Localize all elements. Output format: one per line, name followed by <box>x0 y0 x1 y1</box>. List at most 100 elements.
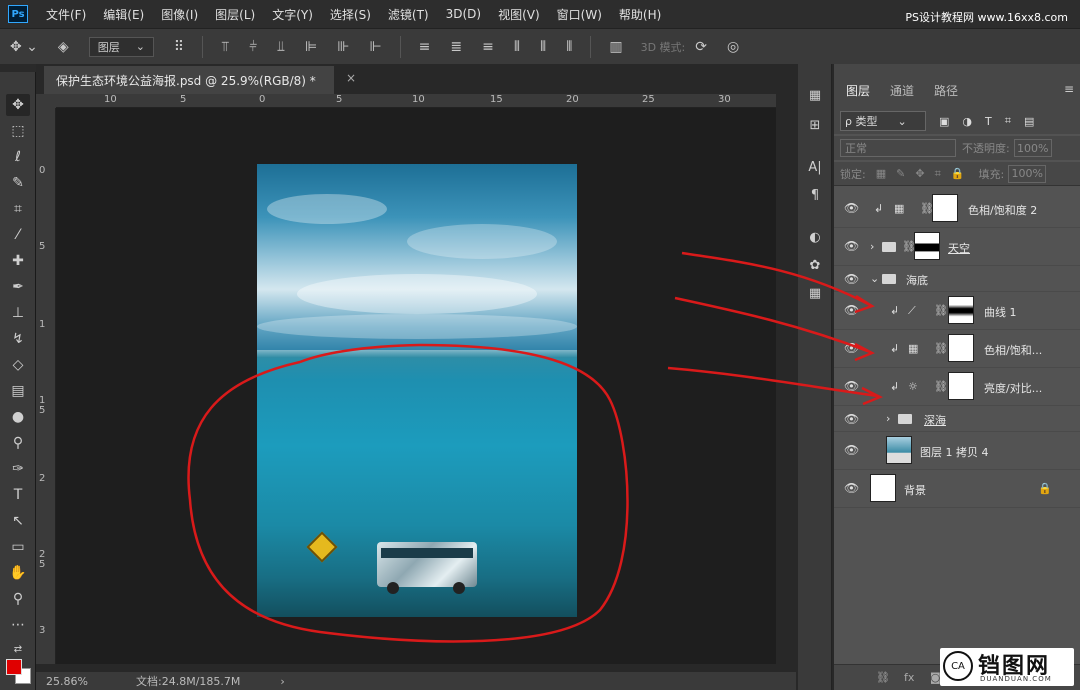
swatches-panel-icon[interactable]: ✿ <box>806 256 824 274</box>
layer-row-sky-group[interactable]: 👁 › ⛓ 天空 <box>834 228 1080 266</box>
visibility-eye-icon[interactable]: 👁 <box>844 303 859 317</box>
align-bottom-icon[interactable]: ⫫ <box>277 39 285 55</box>
tab-channels[interactable]: 通道 <box>890 82 914 99</box>
distribute-left-icon[interactable]: ⦀ <box>514 39 520 55</box>
more-tools-icon[interactable]: ⋯ <box>6 614 30 636</box>
blur-tool-icon[interactable]: ● <box>6 406 30 428</box>
menu-image[interactable]: 图像(I) <box>161 6 198 23</box>
align-vcenter-icon[interactable]: ⫩ <box>249 39 257 55</box>
lasso-tool-icon[interactable]: ℓ <box>6 146 30 168</box>
visibility-eye-icon[interactable]: 👁 <box>844 412 859 426</box>
status-menu-arrow[interactable]: › <box>280 675 284 688</box>
transform-controls-icon[interactable]: ⠿ <box>174 39 184 55</box>
crop-tool-icon[interactable]: ⌗ <box>6 198 30 220</box>
history-panel-icon[interactable]: ▦ <box>806 86 824 104</box>
move-tool-icon[interactable]: ✥ ⌄ <box>10 39 38 55</box>
menu-edit[interactable]: 编辑(E) <box>103 6 144 23</box>
lock-transparency-icon[interactable]: ▦ <box>876 167 886 180</box>
adjustments-panel-icon[interactable]: ◐ <box>806 228 824 246</box>
align-top-icon[interactable]: ⫪ <box>221 39 229 55</box>
filter-shape-icon[interactable]: ⌗ <box>1005 114 1011 128</box>
auto-align-icon[interactable]: ▥ <box>609 39 622 55</box>
blend-mode-select[interactable]: 正常 <box>840 139 956 157</box>
document-tab[interactable]: 保护生态环境公益海报.psd @ 25.9%(RGB/8) * <box>44 66 334 94</box>
panel-menu-icon[interactable]: ≡ <box>1064 82 1074 96</box>
3d-orbit-icon[interactable]: ⟳ <box>695 39 707 55</box>
layer-mask-thumbnail[interactable] <box>914 232 940 260</box>
zoom-tool-icon[interactable]: ⚲ <box>6 588 30 610</box>
character-panel-icon[interactable]: A| <box>806 158 824 176</box>
mask-link-icon[interactable]: ⛓ <box>934 380 948 393</box>
mask-link-icon[interactable]: ⛓ <box>934 304 948 317</box>
visibility-eye-icon[interactable]: 👁 <box>844 443 859 457</box>
fill-field[interactable]: 100% <box>1008 164 1047 183</box>
move-tool-icon[interactable]: ✥ <box>6 94 30 116</box>
lock-all-icon[interactable]: 🔒 <box>951 167 965 180</box>
auto-select-icon[interactable]: ◈ <box>58 39 69 55</box>
gradient-tool-icon[interactable]: ▤ <box>6 380 30 402</box>
layer-row-curves-1[interactable]: 👁 ↲ ⟋ ⛓ 曲线 1 <box>834 292 1080 330</box>
quick-select-tool-icon[interactable]: ✎ <box>6 172 30 194</box>
visibility-eye-icon[interactable]: 👁 <box>844 379 859 393</box>
menu-select[interactable]: 选择(S) <box>330 6 371 23</box>
auto-select-target[interactable]: 图层 ⌄ <box>88 36 154 57</box>
type-tool-icon[interactable]: T <box>6 484 30 506</box>
lock-position-icon[interactable]: ✥ <box>915 167 924 180</box>
hand-tool-icon[interactable]: ✋ <box>6 562 30 584</box>
link-layers-icon[interactable]: ⛓ <box>876 671 890 684</box>
filter-pixel-icon[interactable]: ▣ <box>939 115 949 128</box>
clone-stamp-tool-icon[interactable]: ⊥ <box>6 302 30 324</box>
layer-row-seabed-group[interactable]: 👁 ⌄ 海底 <box>834 266 1080 292</box>
toolbar-grip[interactable] <box>0 64 36 72</box>
properties-panel-icon[interactable]: ⊞ <box>806 116 824 134</box>
paragraph-panel-icon[interactable]: ¶ <box>806 186 824 204</box>
menu-type[interactable]: 文字(Y) <box>272 6 313 23</box>
visibility-eye-icon[interactable]: 👁 <box>844 341 859 355</box>
mask-link-icon[interactable]: ⛓ <box>934 342 948 355</box>
close-tab-icon[interactable]: × <box>346 71 356 85</box>
foreground-color-swatch[interactable] <box>6 659 22 675</box>
brush-tool-icon[interactable]: ✒ <box>6 276 30 298</box>
align-left-icon[interactable]: ⊫ <box>305 39 317 55</box>
distribute-top-icon[interactable]: ≡ <box>419 39 431 55</box>
visibility-eye-icon[interactable]: 👁 <box>844 201 859 215</box>
chevron-right-icon[interactable]: › <box>886 412 890 425</box>
lock-pixels-icon[interactable]: ✎ <box>896 167 905 180</box>
distribute-bottom-icon[interactable]: ≡ <box>482 39 494 55</box>
layer-row-hue-sat-2[interactable]: 👁 ↲ ▦ ⛓ 色相/饱和度 2 <box>834 190 1080 228</box>
menu-file[interactable]: 文件(F) <box>46 6 86 23</box>
zoom-level[interactable]: 25.86% <box>46 675 126 688</box>
align-right-icon[interactable]: ⊩ <box>369 39 381 55</box>
path-select-tool-icon[interactable]: ↖ <box>6 510 30 532</box>
tab-layers[interactable]: 图层 <box>846 82 870 99</box>
marquee-tool-icon[interactable]: ⬚ <box>6 120 30 142</box>
eyedropper-tool-icon[interactable]: ⁄ <box>6 224 30 246</box>
ruler-origin[interactable] <box>36 94 56 108</box>
layer-row-hue-sat[interactable]: 👁 ↲ ▦ ⛓ 色相/饱和... <box>834 330 1080 368</box>
chevron-right-icon[interactable]: › <box>870 240 874 253</box>
grid-panel-icon[interactable]: ▦ <box>806 284 824 302</box>
pen-tool-icon[interactable]: ✑ <box>6 458 30 480</box>
distribute-vcenter-icon[interactable]: ≣ <box>450 39 462 55</box>
menu-view[interactable]: 视图(V) <box>498 6 540 23</box>
align-hcenter-icon[interactable]: ⊪ <box>337 39 349 55</box>
poster-artwork[interactable] <box>257 164 577 617</box>
lock-artboard-icon[interactable]: ⌗ <box>935 167 941 181</box>
horizontal-ruler[interactable]: 10 5 0 5 10 15 20 25 30 <box>56 94 776 108</box>
visibility-eye-icon[interactable]: 👁 <box>844 239 859 253</box>
healing-brush-tool-icon[interactable]: ✚ <box>6 250 30 272</box>
distribute-hcenter-icon[interactable]: ⦀ <box>540 39 546 55</box>
layer-row-background[interactable]: 👁 背景 🔒 <box>834 470 1080 508</box>
layer-filter-select[interactable]: ρ 类型 ⌄ <box>840 111 926 131</box>
history-brush-tool-icon[interactable]: ↯ <box>6 328 30 350</box>
opacity-field[interactable]: 100% <box>1013 139 1052 157</box>
layer-row-deep-sea-group[interactable]: 👁 › 深海 <box>834 406 1080 432</box>
eraser-tool-icon[interactable]: ◇ <box>6 354 30 376</box>
layer-mask-thumbnail[interactable] <box>932 194 958 222</box>
rectangle-tool-icon[interactable]: ▭ <box>6 536 30 558</box>
layer-row-layer-1-copy-4[interactable]: 👁 图层 1 拷贝 4 <box>834 432 1080 470</box>
visibility-eye-icon[interactable]: 👁 <box>844 481 859 495</box>
vertical-ruler[interactable]: 0 5 1 1 5 2 2 5 3 <box>36 108 56 664</box>
layer-style-icon[interactable]: fx <box>904 671 914 684</box>
menu-layer[interactable]: 图层(L) <box>215 6 255 23</box>
